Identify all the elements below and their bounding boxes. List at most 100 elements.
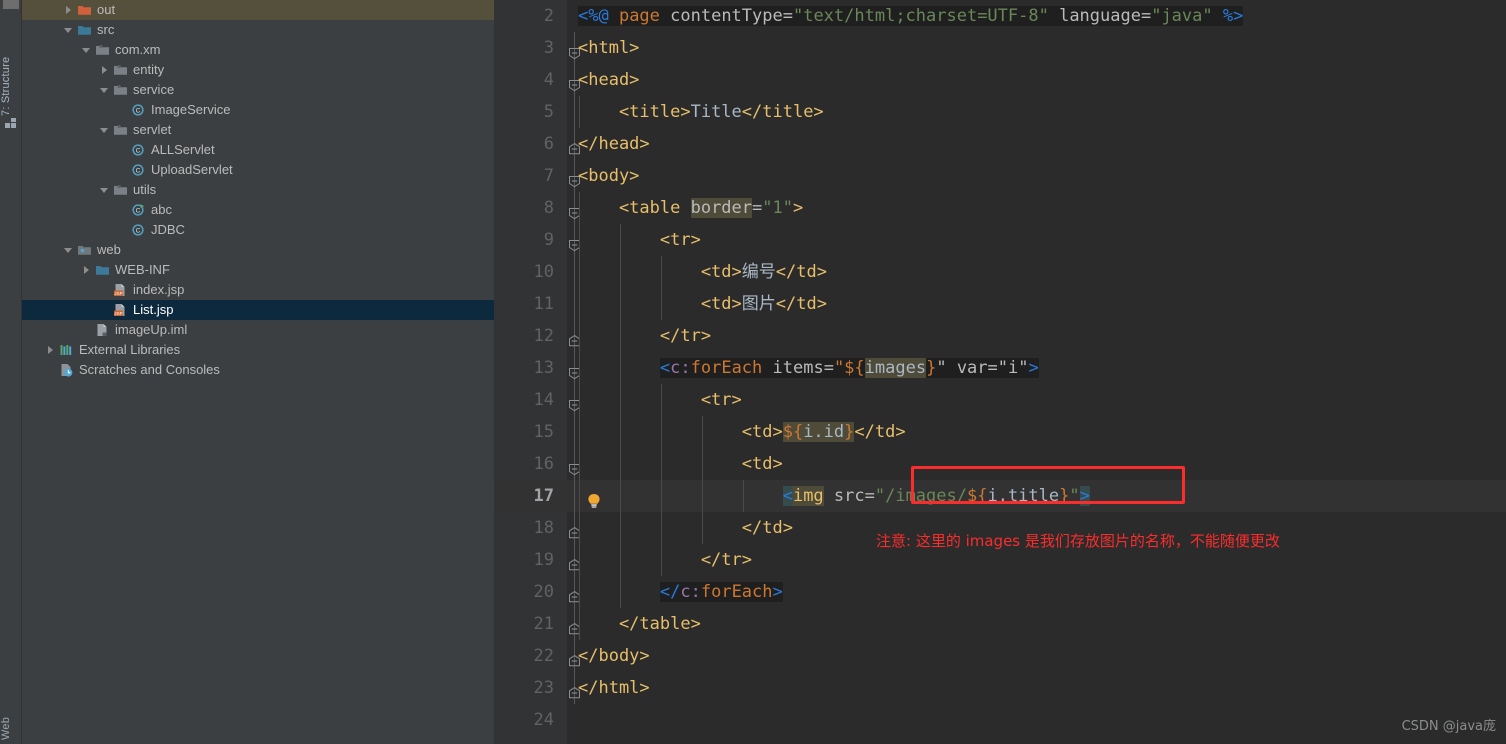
chevron-down-icon[interactable] (98, 180, 112, 200)
code-lines-container[interactable]: 2 <%@ page contentType="text/html;charset… (494, 0, 1506, 744)
code-token: } (926, 358, 937, 378)
code-line-text: </c:forEach> (578, 576, 783, 608)
chevron-right-icon[interactable] (98, 60, 112, 80)
chevron-right-icon[interactable] (62, 0, 76, 20)
tree-item-abc[interactable]: Cabc (22, 200, 494, 220)
line-number: 2 (543, 6, 554, 26)
chevron-right-icon[interactable] (44, 340, 58, 360)
tool-tab-structure-label: 7: Structure (0, 56, 12, 116)
code-token: </table> (578, 614, 701, 634)
line-number: 10 (533, 262, 554, 282)
svg-text:JSP: JSP (114, 311, 122, 316)
fold-column[interactable] (567, 704, 583, 736)
line-number: 9 (543, 230, 554, 250)
code-token: %> (1212, 6, 1244, 26)
tree-item-label: abc (151, 202, 172, 217)
code-line-16[interactable]: 16 <td> (494, 448, 1506, 480)
tree-item-jdbc[interactable]: C JDBC (22, 220, 494, 240)
tree-item-label: Scratches and Consoles (79, 362, 220, 377)
tool-tab-web[interactable]: Web (0, 700, 22, 740)
line-number: 15 (533, 422, 554, 442)
tree-item-out[interactable]: out (22, 0, 494, 20)
tree-item-imageservice[interactable]: C ImageService (22, 100, 494, 120)
tree-item-servlet[interactable]: servlet (22, 120, 494, 140)
fold-guide-line (574, 256, 575, 288)
code-line-5[interactable]: 5 <title>Title</title> (494, 96, 1506, 128)
code-line-9[interactable]: 9 <tr> (494, 224, 1506, 256)
code-editor[interactable]: 2 <%@ page contentType="text/html;charset… (494, 0, 1506, 744)
line-number: 7 (543, 166, 554, 186)
code-line-7[interactable]: 7 <body> (494, 160, 1506, 192)
fold-guide-line (574, 96, 575, 128)
code-line-10[interactable]: 10 <td>编号</td> (494, 256, 1506, 288)
package-icon (94, 40, 112, 60)
code-token: <head> (578, 70, 640, 90)
code-token: </td> (775, 294, 827, 314)
code-line-2[interactable]: 2 <%@ page contentType="text/html;charset… (494, 0, 1506, 32)
code-line-text: </head> (578, 128, 650, 160)
code-line-24[interactable]: 24 (494, 704, 1506, 736)
tree-item-scratches-and-consoles[interactable]: Scratches and Consoles (22, 360, 494, 380)
tree-item-imageup-iml[interactable]: imageUp.iml (22, 320, 494, 340)
line-number: 11 (533, 294, 554, 314)
chevron-right-icon[interactable] (80, 260, 94, 280)
tree-item-src[interactable]: src (22, 20, 494, 40)
svg-text:C: C (136, 148, 141, 155)
code-line-12[interactable]: 12 </tr> (494, 320, 1506, 352)
code-line-17[interactable]: 17 <img src="/images/${i.title}"> (494, 480, 1506, 512)
code-line-text: <title>Title</title> (578, 96, 824, 128)
tree-item-service[interactable]: service (22, 80, 494, 100)
project-tree-panel[interactable]: out src com.xm entity service C ImageService se… (22, 0, 494, 744)
tree-item-label: ImageService (151, 102, 231, 117)
code-line-6[interactable]: 6 </head> (494, 128, 1506, 160)
tree-item-allservlet[interactable]: C ALLServlet (22, 140, 494, 160)
code-line-8[interactable]: 8 <table border="1"> (494, 192, 1506, 224)
tool-tab-structure[interactable]: 7: Structure (0, 26, 22, 116)
chevron-down-icon[interactable] (62, 20, 76, 40)
tree-item-utils[interactable]: utils (22, 180, 494, 200)
chevron-down-icon[interactable] (98, 80, 112, 100)
tree-item-entity[interactable]: entity (22, 60, 494, 80)
code-line-21[interactable]: 21 </table> (494, 608, 1506, 640)
line-number: 6 (543, 134, 554, 154)
line-number: 4 (543, 70, 554, 90)
code-line-20[interactable]: 20 </c:forEach> (494, 576, 1506, 608)
code-token: c: (680, 582, 701, 602)
twisty-spacer (116, 200, 130, 220)
code-token: src= (823, 486, 875, 506)
svg-text:C: C (136, 228, 141, 235)
tree-item-web[interactable]: web (22, 240, 494, 260)
code-line-15[interactable]: 15 <td>${i.id}</td> (494, 416, 1506, 448)
tree-item-index-jsp[interactable]: JSP index.jsp (22, 280, 494, 300)
chevron-down-icon[interactable] (62, 240, 76, 260)
code-line-4[interactable]: 4 <head> (494, 64, 1506, 96)
code-line-text: </td> (578, 512, 793, 544)
line-number: 19 (533, 550, 554, 570)
twisty-spacer (80, 320, 94, 340)
code-line-23[interactable]: 23 </html> (494, 672, 1506, 704)
chevron-down-icon[interactable] (98, 120, 112, 140)
code-line-13[interactable]: 13 <c:forEach items="${images}" var="i"> (494, 352, 1506, 384)
tree-item-web-inf[interactable]: WEB-INF (22, 260, 494, 280)
tree-item-uploadservlet[interactable]: C UploadServlet (22, 160, 494, 180)
code-line-text: <img src="/images/${i.title}"> (578, 480, 1090, 512)
tree-item-external-libraries[interactable]: External Libraries (22, 340, 494, 360)
code-token: </html> (578, 678, 650, 698)
watermark: CSDN @java庞 (1401, 719, 1496, 734)
code-line-22[interactable]: 22 </body> (494, 640, 1506, 672)
chevron-down-icon[interactable] (80, 40, 94, 60)
java-class-icon: C (130, 140, 148, 160)
tree-item-label: out (97, 2, 116, 17)
code-token: <td> (578, 294, 742, 314)
code-line-3[interactable]: 3 <html> (494, 32, 1506, 64)
tree-item-com-xm[interactable]: com.xm (22, 40, 494, 60)
tree-item-list-jsp[interactable]: JSP List.jsp (22, 300, 494, 320)
code-line-11[interactable]: 11 <td>图片</td> (494, 288, 1506, 320)
code-line-14[interactable]: 14 <tr> (494, 384, 1506, 416)
